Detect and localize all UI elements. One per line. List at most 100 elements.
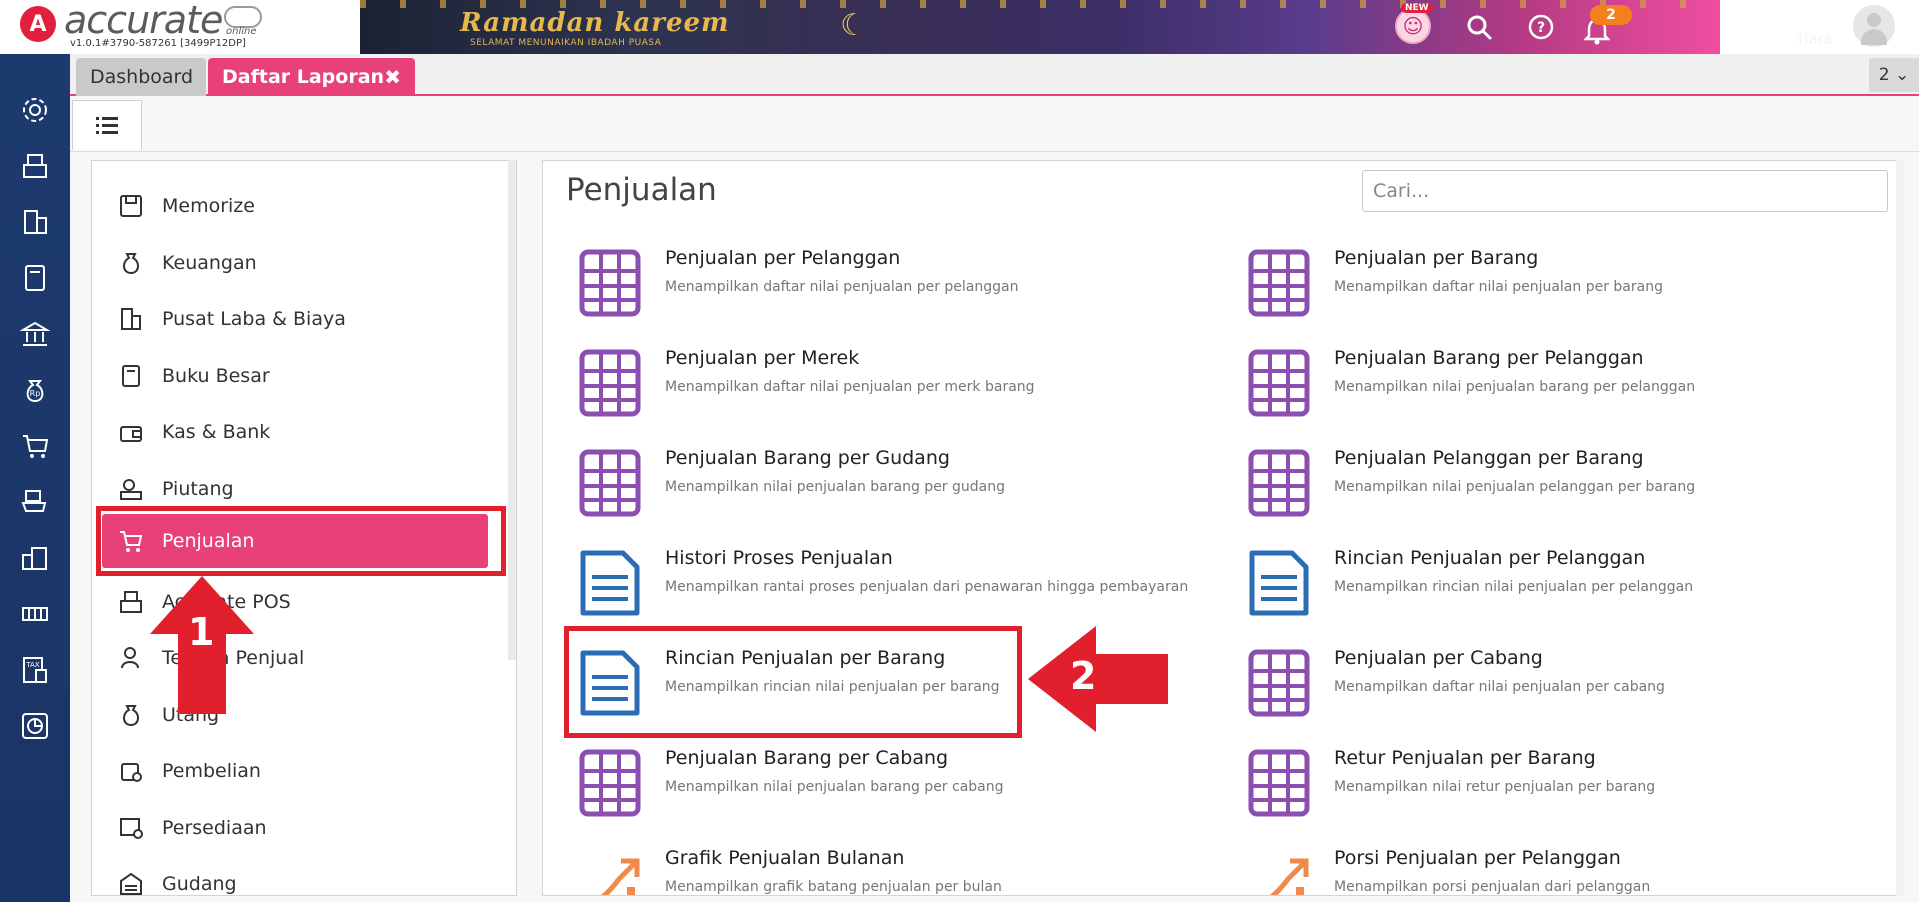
report-title[interactable]: Penjualan Barang per Gudang (665, 447, 950, 469)
report-item[interactable]: Penjualan Pelanggan per Barang Menampilka… (1228, 445, 1788, 535)
cash-register-icon[interactable] (17, 148, 53, 184)
report-title[interactable]: Penjualan Barang per Cabang (665, 747, 948, 769)
bank-icon[interactable] (17, 316, 53, 352)
debt-bag-icon (116, 700, 146, 730)
report-item[interactable]: Porsi Penjualan per Pelanggan Menampilkan… (1228, 845, 1788, 895)
mascot-icon[interactable]: ☺ (1395, 8, 1431, 44)
version-label: v1.0.1#3790-587261 [3499P12DP] (70, 38, 246, 49)
report-item[interactable]: Penjualan per Cabang Menampilkan daftar n… (1228, 645, 1788, 735)
report-description: Menampilkan porsi penjualan dari pelangg… (1334, 879, 1651, 895)
book-icon (116, 361, 146, 391)
menu-item-persediaan[interactable]: Persediaan (92, 801, 502, 855)
report-item[interactable]: Penjualan Barang per Cabang Menampilkan n… (559, 745, 1119, 835)
ledger-book-icon[interactable] (17, 260, 53, 296)
report-title[interactable]: Penjualan per Pelanggan (665, 247, 900, 269)
banner-lanterns (360, 0, 1720, 8)
purchase-cart-icon[interactable] (17, 484, 53, 520)
report-title[interactable]: Histori Proses Penjualan (665, 547, 893, 569)
svg-text:TAX: TAX (25, 661, 40, 669)
report-description: Menampilkan nilai penjualan barang per p… (1334, 379, 1696, 395)
tax-document-icon[interactable]: TAX (17, 652, 53, 688)
svg-text:Rp: Rp (30, 389, 41, 398)
report-item[interactable]: Penjualan per Merek Menampilkan daftar ni… (559, 345, 1119, 435)
menu-item-memorize[interactable]: Memorize (92, 179, 502, 233)
table-grid-icon (579, 349, 641, 417)
menu-scrollbar[interactable] (508, 160, 516, 660)
report-title[interactable]: Rincian Penjualan per Pelanggan (1334, 547, 1645, 569)
report-title[interactable]: Penjualan per Cabang (1334, 647, 1543, 669)
building-icon (116, 304, 146, 334)
search-icon[interactable] (1462, 10, 1496, 44)
report-title[interactable]: Penjualan per Merek (665, 347, 859, 369)
table-grid-icon (579, 449, 641, 517)
menu-item-pembelian[interactable]: Pembelian (92, 744, 502, 798)
report-item[interactable]: Penjualan Barang per Gudang Menampilkan n… (559, 445, 1119, 535)
table-grid-icon (1248, 349, 1310, 417)
report-description: Menampilkan daftar nilai penjualan per b… (1334, 279, 1663, 295)
highlight-annotation-frame (564, 626, 1022, 738)
close-icon[interactable]: ✖ (384, 65, 401, 89)
report-list-panel: Penjualan per Pelanggan Menampilkan dafta… (542, 160, 1904, 896)
accurate-logo-text: accurate (64, 0, 223, 42)
list-view-button[interactable] (72, 100, 142, 150)
trend-chart-icon (579, 849, 641, 895)
menu-item-buku-besar[interactable]: Buku Besar (92, 349, 502, 403)
user-name[interactable]: Fifi Fashion (1723, 4, 1833, 28)
report-description: Menampilkan nilai penjualan pelanggan pe… (1334, 479, 1696, 495)
purchase-icon (116, 756, 146, 786)
list-icon (96, 116, 118, 134)
report-description: Menampilkan nilai retur penjualan per ba… (1334, 779, 1656, 795)
menu-item-kas-bank[interactable]: Kas & Bank (92, 405, 502, 459)
report-description: Menampilkan rantai proses penjualan dari… (665, 579, 1189, 595)
report-item[interactable]: Penjualan Barang per Pelanggan Menampilka… (1228, 345, 1788, 435)
notification-count-badge: 2 (1590, 5, 1632, 25)
report-title[interactable]: Penjualan Pelanggan per Barang (1334, 447, 1644, 469)
city-building-icon[interactable] (17, 540, 53, 576)
pie-chart-icon[interactable] (17, 708, 53, 744)
tab-dashboard-label: Dashboard (90, 66, 194, 88)
menu-item-keuangan[interactable]: Keuangan (92, 236, 502, 290)
report-description: Menampilkan grafik batang penjualan per … (665, 879, 1002, 895)
help-icon[interactable]: ? (1524, 10, 1558, 44)
search-input[interactable] (1362, 170, 1888, 212)
report-description: Menampilkan daftar nilai penjualan per c… (1334, 679, 1665, 695)
tab-daftar-laporan[interactable]: Daftar Laporan ✖ (208, 58, 415, 96)
tab-count-dropdown[interactable]: 2 ⌄ (1869, 58, 1919, 92)
document-icon (1248, 549, 1310, 617)
shopping-cart-icon[interactable] (17, 428, 53, 464)
report-item[interactable]: Grafik Penjualan Bulanan Menampilkan graf… (559, 845, 1119, 895)
rupiah-bag-icon[interactable]: Rp (17, 372, 53, 408)
menu-item-gudang[interactable]: Gudang (92, 857, 502, 895)
report-item[interactable]: Penjualan per Barang Menampilkan daftar n… (1228, 245, 1788, 335)
warehouse-icon (116, 869, 146, 895)
app-header: A accurate online v1.0.1#3790-587261 [34… (0, 0, 1919, 54)
table-grid-icon (579, 749, 641, 817)
report-item[interactable]: Rincian Penjualan per Pelanggan Menampilk… (1228, 545, 1788, 635)
user-avatar[interactable] (1851, 3, 1897, 49)
accurate-logo-icon[interactable]: A (20, 6, 56, 42)
report-description: Menampilkan rincian nilai penjualan per … (1334, 579, 1694, 595)
menu-item-pusat-laba-biaya[interactable]: Pusat Laba & Biaya (92, 292, 502, 346)
report-item[interactable]: Penjualan per Pelanggan Menampilkan dafta… (559, 245, 1119, 335)
panel-scrollbar[interactable] (1896, 160, 1904, 896)
report-title[interactable]: Porsi Penjualan per Pelanggan (1334, 847, 1621, 869)
factory-icon[interactable] (17, 596, 53, 632)
report-item[interactable]: Retur Penjualan per Barang Menampilkan ni… (1228, 745, 1788, 835)
money-bag-icon (116, 248, 146, 278)
table-grid-icon (579, 249, 641, 317)
tab-dashboard[interactable]: Dashboard (76, 58, 206, 96)
report-title[interactable]: Retur Penjualan per Barang (1334, 747, 1596, 769)
report-title[interactable]: Penjualan per Barang (1334, 247, 1538, 269)
report-title[interactable]: Grafik Penjualan Bulanan (665, 847, 904, 869)
annotation-step-2: 2 (1070, 654, 1097, 698)
office-building-icon[interactable] (17, 204, 53, 240)
report-title[interactable]: Penjualan Barang per Pelanggan (1334, 347, 1644, 369)
table-grid-icon (1248, 649, 1310, 717)
menu-item-label: Gudang (162, 873, 237, 895)
gear-icon[interactable] (17, 92, 53, 128)
report-item[interactable]: Histori Proses Penjualan Menampilkan rant… (559, 545, 1188, 635)
menu-item-label: Kas & Bank (162, 421, 271, 443)
report-description: Menampilkan daftar nilai penjualan per m… (665, 379, 1035, 395)
menu-item-label: Memorize (162, 195, 255, 217)
chevron-down-icon[interactable]: ⌄ (1900, 16, 1912, 32)
